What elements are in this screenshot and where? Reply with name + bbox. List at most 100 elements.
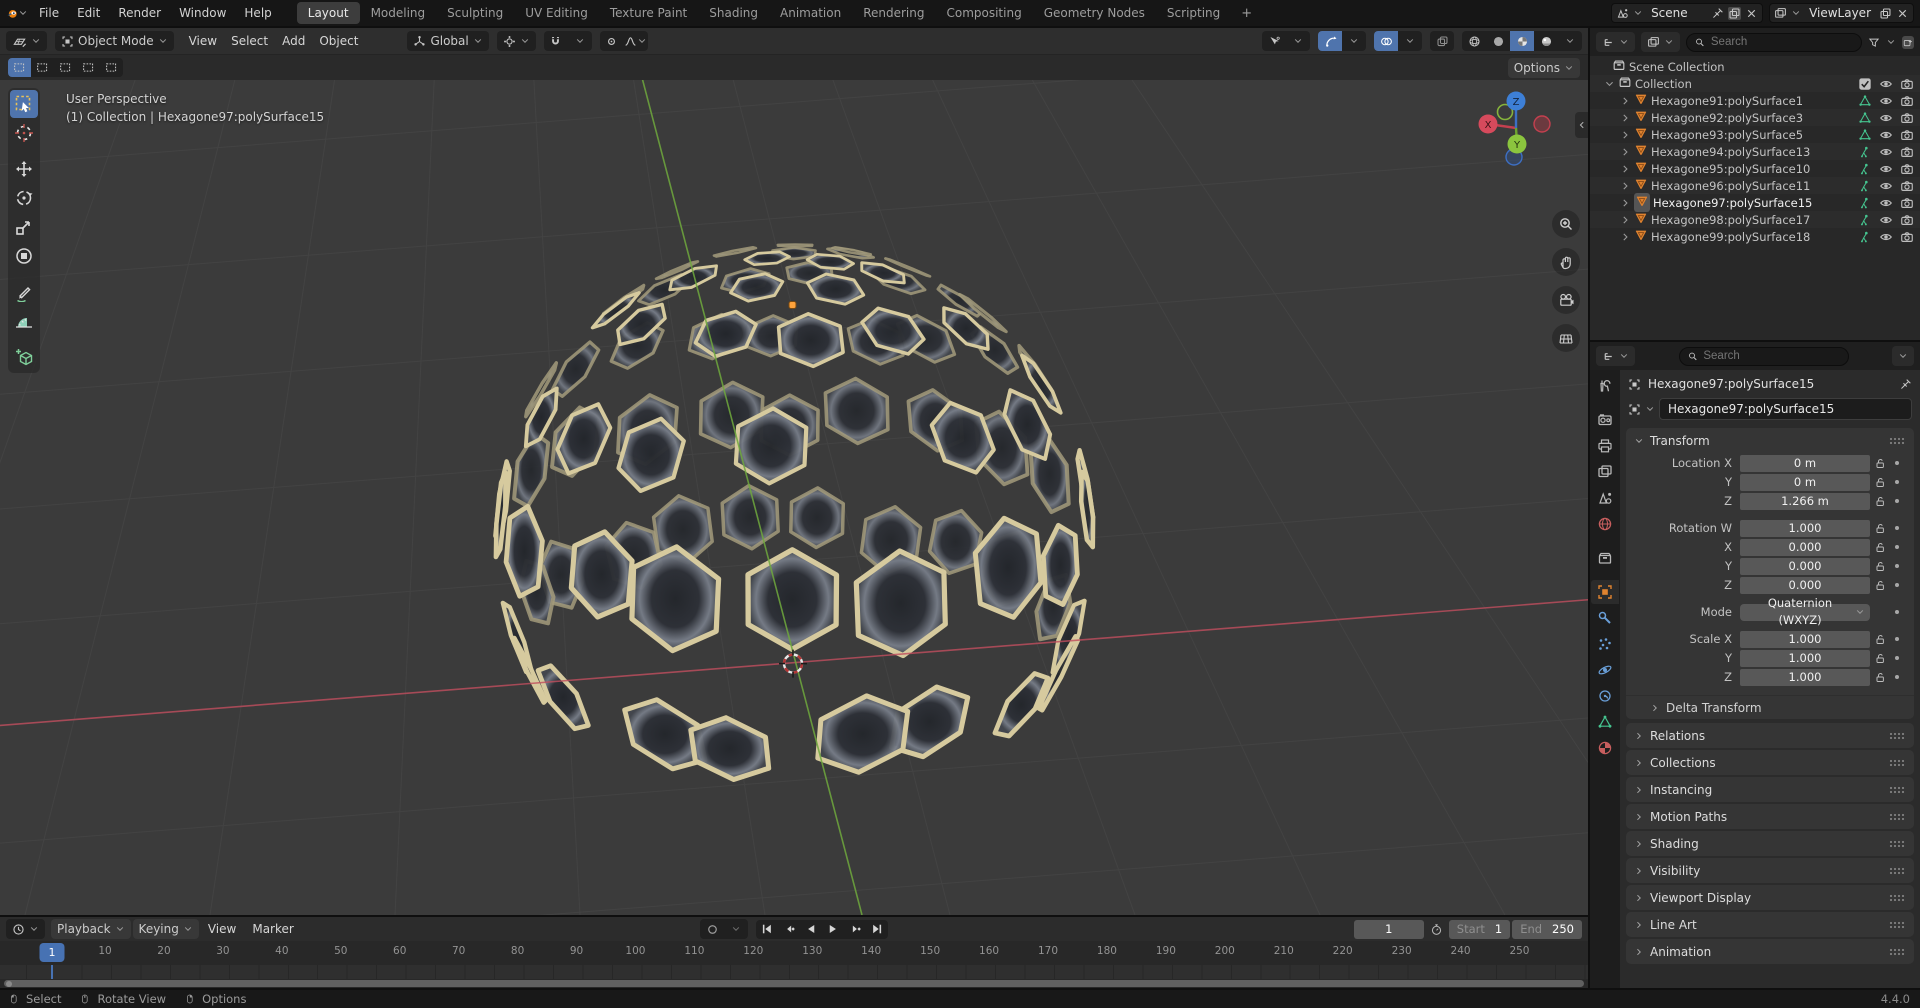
- panel-shading[interactable]: Shading: [1626, 831, 1914, 856]
- proportional-edit-toggle[interactable]: [600, 31, 624, 51]
- menu-file[interactable]: File: [30, 3, 68, 23]
- outliner-row-hexagone94-polysurface13[interactable]: Hexagone94:polySurface13: [1590, 143, 1920, 160]
- transform-orientation[interactable]: Global: [407, 31, 488, 51]
- properties-tab-physics[interactable]: [1591, 658, 1619, 682]
- timeline-track[interactable]: [0, 965, 1588, 980]
- tool-cursor[interactable]: [10, 119, 38, 147]
- rotation-mode-dropdown[interactable]: Quaternion (WXYZ): [1740, 604, 1870, 621]
- mesh-data-icon[interactable]: [1858, 196, 1872, 210]
- jump-to-start-button[interactable]: [756, 920, 778, 939]
- number-field[interactable]: 1.000: [1740, 650, 1870, 667]
- viewport-menu-view[interactable]: View: [182, 31, 224, 51]
- drag-handle-icon[interactable]: [1889, 867, 1906, 875]
- drag-handle-icon[interactable]: [1889, 813, 1906, 821]
- current-frame-field[interactable]: 1: [1354, 920, 1424, 939]
- options-button[interactable]: Options: [1508, 58, 1580, 78]
- tool-move[interactable]: [10, 155, 38, 183]
- outliner-row-hexagone98-polysurface17[interactable]: Hexagone98:polySurface17: [1590, 211, 1920, 228]
- disable-render-icon[interactable]: [1900, 162, 1914, 176]
- drag-handle-icon[interactable]: [1889, 759, 1906, 767]
- disable-render-icon[interactable]: [1900, 128, 1914, 142]
- tool-rotate[interactable]: [10, 184, 38, 212]
- properties-tab-collection[interactable]: [1591, 546, 1619, 570]
- expander-icon[interactable]: [1620, 230, 1631, 244]
- start-frame-field[interactable]: Start1: [1449, 920, 1510, 939]
- lock-open-icon[interactable]: [1874, 495, 1886, 507]
- tool-annotate[interactable]: [10, 278, 38, 306]
- snap-settings-button[interactable]: [568, 31, 592, 51]
- workspace-tab-animation[interactable]: Animation: [769, 2, 852, 24]
- outliner-row-hexagone93-polysurface5[interactable]: Hexagone93:polySurface5: [1590, 126, 1920, 143]
- panel-line-art[interactable]: Line Art: [1626, 912, 1914, 937]
- new-collection-icon[interactable]: [1902, 36, 1914, 49]
- properties-search-input[interactable]: [1703, 350, 1839, 362]
- drag-handle-icon[interactable]: [1889, 437, 1906, 445]
- blender-logo-icon[interactable]: [6, 4, 28, 22]
- mesh-data-icon[interactable]: [1858, 94, 1872, 108]
- hide-eye-icon[interactable]: [1879, 179, 1893, 193]
- drag-handle-icon[interactable]: [1889, 840, 1906, 848]
- object-types-visibility-button[interactable]: [1262, 31, 1286, 51]
- disable-render-icon[interactable]: [1900, 179, 1914, 193]
- xray-toggle[interactable]: [1430, 31, 1454, 51]
- filter-funnel-icon[interactable]: [1868, 36, 1880, 49]
- hide-eye-icon[interactable]: [1879, 196, 1893, 210]
- workspace-tab-compositing[interactable]: Compositing: [935, 2, 1032, 24]
- disable-render-icon[interactable]: [1900, 213, 1914, 227]
- object-name-field[interactable]: Hexagone97:polySurface15: [1659, 398, 1912, 420]
- drag-handle-icon[interactable]: [1889, 948, 1906, 956]
- animate-property-dot[interactable]: [1890, 610, 1904, 614]
- add-workspace-button[interactable]: +: [1233, 4, 1260, 23]
- disable-render-icon[interactable]: [1900, 196, 1914, 210]
- number-field[interactable]: 1.000: [1740, 669, 1870, 686]
- hide-eye-icon[interactable]: [1879, 111, 1893, 125]
- tool-add-cube[interactable]: [10, 343, 38, 371]
- outliner-display-mode-button[interactable]: [1596, 32, 1635, 52]
- expander-icon[interactable]: [1620, 145, 1631, 159]
- copy-icon[interactable]: [1728, 7, 1741, 20]
- properties-tab-world[interactable]: [1591, 512, 1619, 536]
- snap-toggle[interactable]: [544, 31, 568, 51]
- number-field[interactable]: 1.266 m: [1740, 493, 1870, 510]
- number-field[interactable]: 1.000: [1740, 631, 1870, 648]
- hide-eye-icon[interactable]: [1879, 77, 1893, 91]
- lock-open-icon[interactable]: [1874, 560, 1886, 572]
- drag-handle-icon[interactable]: [1889, 786, 1906, 794]
- visibility-dropdown[interactable]: [1286, 31, 1310, 51]
- hide-eye-icon[interactable]: [1879, 94, 1893, 108]
- stopwatch-icon[interactable]: [1430, 923, 1443, 936]
- expander-icon[interactable]: [1620, 128, 1631, 142]
- viewlayer-selector[interactable]: ViewLayer: [1769, 3, 1914, 23]
- workspace-tab-sculpting[interactable]: Sculpting: [436, 2, 514, 24]
- properties-tab-constraints[interactable]: [1591, 684, 1619, 708]
- animate-property-dot[interactable]: [1890, 656, 1904, 660]
- gizmo-dropdown[interactable]: [1342, 31, 1366, 51]
- number-field[interactable]: 0 m: [1740, 474, 1870, 491]
- timeline-menu-view[interactable]: View: [201, 919, 243, 939]
- sidebar-collapse-arrow[interactable]: [1575, 112, 1588, 138]
- timeline-menu-playback[interactable]: Playback: [51, 919, 131, 939]
- workspace-tab-geometry-nodes[interactable]: Geometry Nodes: [1033, 2, 1156, 24]
- playhead[interactable]: [51, 965, 53, 980]
- shading-rendered-button[interactable]: [1534, 31, 1558, 51]
- outliner-row-hexagone92-polysurface3[interactable]: Hexagone92:polySurface3: [1590, 109, 1920, 126]
- timeline-menu-marker[interactable]: Marker: [245, 919, 300, 939]
- properties-search[interactable]: [1679, 347, 1849, 366]
- viewport-menu-select[interactable]: Select: [224, 31, 275, 51]
- shading-solid-button[interactable]: [1486, 31, 1510, 51]
- select-mode-subtract[interactable]: [54, 58, 77, 77]
- panel-viewport-display[interactable]: Viewport Display: [1626, 885, 1914, 910]
- play-reverse-button[interactable]: [800, 920, 822, 939]
- menu-help[interactable]: Help: [235, 3, 280, 23]
- outliner-search[interactable]: [1686, 33, 1862, 52]
- camera-view-button[interactable]: [1552, 286, 1580, 314]
- properties-editor-type-button[interactable]: [1596, 346, 1635, 366]
- workspace-tab-uv-editing[interactable]: UV Editing: [514, 2, 599, 24]
- workspace-tab-scripting[interactable]: Scripting: [1156, 2, 1231, 24]
- expander-icon[interactable]: [1620, 162, 1631, 176]
- timeline-scrollbar[interactable]: [0, 979, 1588, 988]
- hide-eye-icon[interactable]: [1879, 230, 1893, 244]
- scene-selector[interactable]: Scene: [1611, 3, 1763, 23]
- number-field[interactable]: 0.000: [1740, 577, 1870, 594]
- pivot-point-button[interactable]: [497, 31, 536, 51]
